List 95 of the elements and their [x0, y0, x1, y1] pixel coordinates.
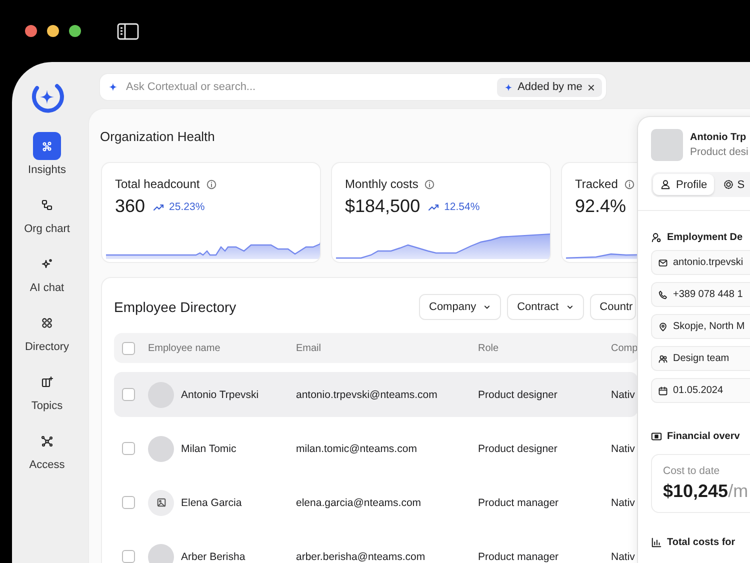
- board-icon: [41, 376, 53, 388]
- minimize-window-button[interactable]: [47, 25, 59, 37]
- column-header: Email: [296, 342, 322, 354]
- location-pin-icon: [658, 322, 668, 332]
- role-cell-text: Product manager: [478, 496, 560, 508]
- company-cell-text: Nativ: [611, 388, 636, 400]
- employee-name: Antonio Trpevski: [181, 388, 259, 400]
- section-title: Employee Directory: [114, 299, 238, 315]
- company-cell-text: Nativ: [611, 550, 636, 562]
- email-cell-text: arber.berisha@nteams.com: [296, 550, 426, 562]
- info-icon: [624, 178, 635, 190]
- calendar-icon: [658, 386, 668, 396]
- mail-icon: [658, 258, 668, 268]
- avatar: [148, 436, 174, 462]
- checkbox[interactable]: [122, 496, 135, 509]
- tab[interactable]: S: [719, 174, 749, 195]
- table-row[interactable]: Arber Berisha arber.berisha@nteams.com Product manager Nativ: [114, 534, 638, 563]
- metric-change: 25.23%: [169, 200, 205, 212]
- remove-filter-button[interactable]: ×: [587, 80, 595, 94]
- column-header: Employee name: [148, 342, 222, 354]
- banknote-icon: [651, 431, 662, 442]
- profile-name: Antonio Trp: [690, 132, 748, 143]
- nav-label[interactable]: AI chat: [30, 282, 64, 294]
- people-icon: [658, 354, 668, 364]
- page-title: Organization Health: [100, 129, 215, 144]
- table-row[interactable]: Milan Tomic milan.tomic@nteams.com Product designer Nativ: [114, 426, 638, 471]
- role-cell-text: Product designer: [478, 388, 558, 400]
- detail-field: antonio.trpevski: [651, 250, 750, 275]
- org-chart-icon: [40, 199, 53, 211]
- email-cell-text: antonio.trpevski@nteams.com: [296, 388, 438, 400]
- email-cell-text: milan.tomic@nteams.com: [296, 442, 418, 454]
- role-cell-text: Product manager: [478, 550, 560, 562]
- zoom-window-button[interactable]: [69, 25, 81, 37]
- metric-change: 12.54%: [444, 200, 480, 212]
- profile-photo-placeholder: [651, 129, 683, 161]
- section-title: Total costs for: [667, 537, 736, 548]
- tab[interactable]: Profile: [653, 174, 714, 195]
- detail-field: Design team: [651, 346, 750, 371]
- nav-label[interactable]: Access: [29, 459, 65, 471]
- filter-dropdown[interactable]: Company: [419, 294, 502, 320]
- company-cell-text: Nativ: [611, 496, 636, 508]
- nav-label[interactable]: Topics: [31, 400, 63, 412]
- section-title: Financial overv: [667, 431, 740, 442]
- person-icon: [651, 232, 662, 243]
- table-row[interactable]: Elena Garcia elena.garcia@nteams.com Product manager Nativ: [114, 480, 638, 525]
- checkbox[interactable]: [122, 342, 135, 354]
- selected-table-row[interactable]: Antonio Trpevski antonio.trpevski@nteams.com Product designer Nativ: [114, 372, 638, 417]
- detail-field: +389 078 448 1: [651, 282, 750, 307]
- phone-icon: [658, 290, 668, 300]
- person-icon: [660, 179, 671, 190]
- metric-value: 360: [115, 196, 146, 217]
- info-icon: [424, 178, 436, 190]
- checkbox[interactable]: [122, 442, 135, 455]
- nav-label[interactable]: Insights: [28, 164, 66, 176]
- avatar: [148, 544, 174, 563]
- metric-label: Monthly costs: [345, 177, 418, 191]
- sidebar-toggle-icon[interactable]: [117, 22, 139, 40]
- section-title: Employment De: [667, 232, 743, 243]
- employee-name: Milan Tomic: [181, 442, 236, 454]
- profile-role: Product desi: [690, 146, 748, 158]
- info-icon: [206, 178, 217, 190]
- nav-label[interactable]: Directory: [24, 341, 69, 353]
- image-icon: [156, 497, 166, 508]
- column-header: Role: [478, 342, 500, 354]
- sparkle-icon: [504, 82, 513, 92]
- filter-chip[interactable]: Added by me ×: [496, 78, 602, 96]
- sparkle-icon: [108, 82, 118, 92]
- cost-label: Cost to date: [663, 465, 721, 477]
- network-icon: [41, 435, 53, 447]
- filter-dropdown[interactable]: Contract: [507, 294, 584, 320]
- email-cell-text: elena.garcia@nteams.com: [296, 496, 422, 508]
- role-cell-text: Product designer: [478, 442, 558, 454]
- bar-chart-icon: [651, 537, 662, 548]
- sparkle-icon: [41, 258, 53, 270]
- selected-nav-icon[interactable]: [32, 132, 61, 160]
- metric-label: Tracked: [575, 177, 618, 191]
- filter-dropdown[interactable]: Countr: [590, 294, 636, 320]
- grid-icon: [40, 317, 53, 329]
- company-cell-text: Nativ: [611, 442, 636, 454]
- metric-label: Total headcount: [115, 177, 200, 191]
- checkbox[interactable]: [122, 550, 135, 563]
- metric-value: $184,500: [345, 196, 420, 217]
- gear-icon: [723, 179, 734, 190]
- nav-label[interactable]: Org chart: [24, 223, 70, 235]
- detail-field: Skopje, North M: [651, 314, 750, 339]
- cost-value: $10,245/m: [663, 481, 750, 502]
- checkbox[interactable]: [122, 388, 135, 401]
- employee-name: Arber Berisha: [181, 550, 246, 562]
- column-header: Comp: [611, 342, 638, 354]
- detail-field: 01.05.2024: [651, 378, 750, 403]
- metric-value: 92.4%: [575, 196, 626, 217]
- employee-name: Elena Garcia: [181, 496, 242, 508]
- search-field[interactable]: Ask Cortextual or search... Added by me ×: [100, 74, 606, 100]
- insights-icon: [40, 140, 53, 152]
- close-window-button[interactable]: [25, 25, 37, 37]
